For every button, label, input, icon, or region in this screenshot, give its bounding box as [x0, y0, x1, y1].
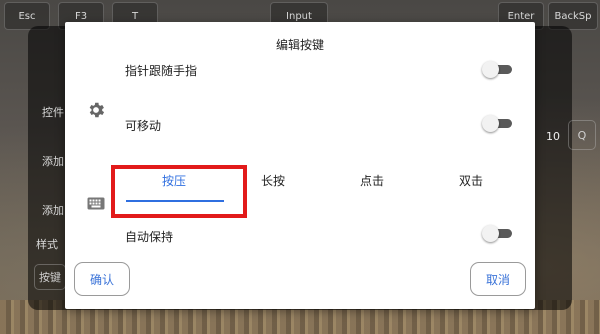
side-label-controls: 控件: [42, 106, 64, 119]
confirm-button[interactable]: 确认: [74, 262, 130, 296]
toggle-knob: [482, 225, 499, 242]
right-key-q[interactable]: Q: [568, 120, 596, 150]
side-label-add-1: 添加: [42, 155, 64, 168]
tab-long-press[interactable]: 长按: [261, 172, 285, 189]
follow-finger-toggle[interactable]: [482, 61, 512, 78]
highlight-box: [111, 165, 247, 218]
tab-click[interactable]: 点击: [360, 172, 384, 189]
keyboard-icon: [87, 197, 105, 210]
dialog-title: 编辑按键: [275, 38, 324, 52]
side-label-style: 样式: [36, 238, 58, 251]
auto-hold-label: 自动保持: [125, 230, 174, 244]
toggle-knob: [482, 61, 499, 78]
right-value: 10: [546, 130, 560, 143]
gear-icon: [89, 102, 105, 118]
follow-finger-label: 指针跟随手指: [125, 64, 198, 78]
movable-label: 可移动: [125, 119, 162, 133]
movable-toggle[interactable]: [482, 115, 512, 132]
cancel-button[interactable]: 取消: [470, 262, 526, 296]
tab-double-click[interactable]: 双击: [459, 172, 483, 189]
edit-key-dialog: 编辑按键 指针跟随手指 可移动 按压 长按 点击 双击 自动保持 确认 取消: [65, 22, 535, 309]
side-button-keys[interactable]: 按键: [34, 264, 66, 290]
toggle-knob: [482, 115, 499, 132]
auto-hold-toggle[interactable]: [482, 225, 512, 242]
side-label-add-2: 添加: [42, 204, 64, 217]
